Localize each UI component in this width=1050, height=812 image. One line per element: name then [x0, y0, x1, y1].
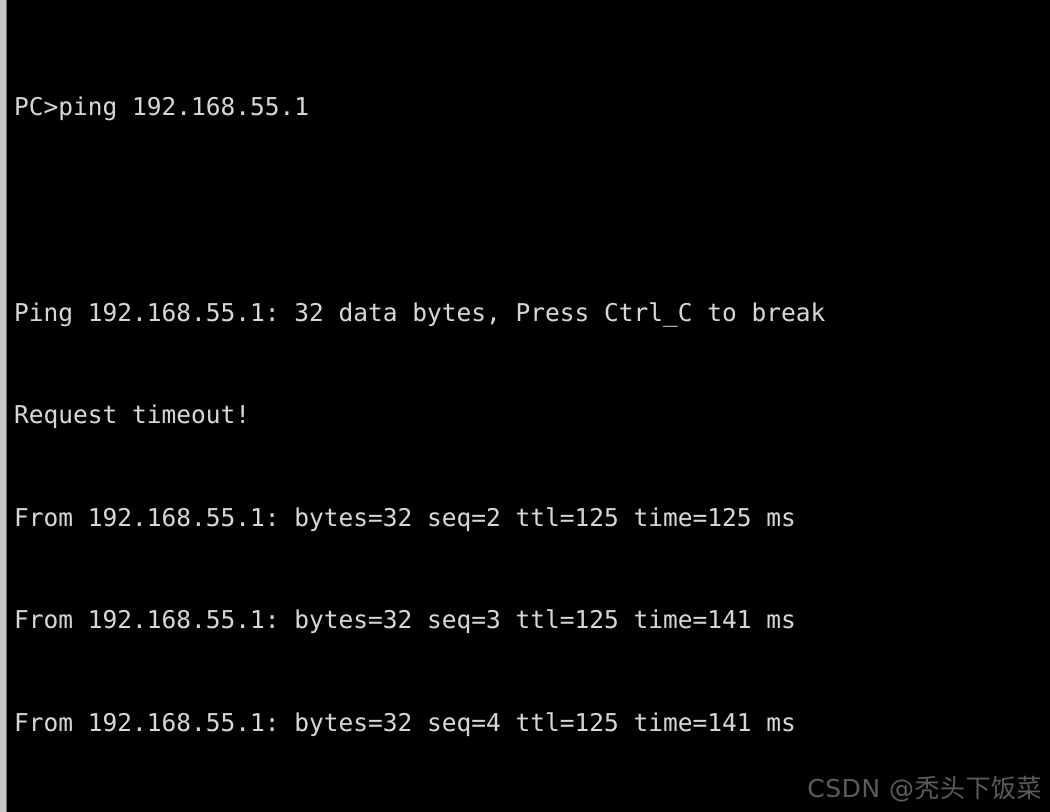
terminal-window[interactable]: PC>ping 192.168.55.1 Ping 192.168.55.1: … — [0, 0, 1050, 812]
console-line: From 192.168.55.1: bytes=32 seq=5 ttl=12… — [14, 809, 1050, 812]
terminal-left-gutter[interactable] — [0, 0, 7, 812]
console-output[interactable]: PC>ping 192.168.55.1 Ping 192.168.55.1: … — [8, 0, 1050, 812]
console-line: From 192.168.55.1: bytes=32 seq=3 ttl=12… — [14, 605, 796, 635]
console-line: From 192.168.55.1: bytes=32 seq=2 ttl=12… — [14, 502, 796, 532]
console-line: Request timeout! — [14, 400, 251, 430]
console-line: PC>ping 192.168.55.1 — [14, 92, 310, 122]
console-line: Ping 192.168.55.1: 32 data bytes, Press … — [14, 297, 826, 327]
console-line: From 192.168.55.1: bytes=32 seq=4 ttl=12… — [14, 707, 796, 737]
